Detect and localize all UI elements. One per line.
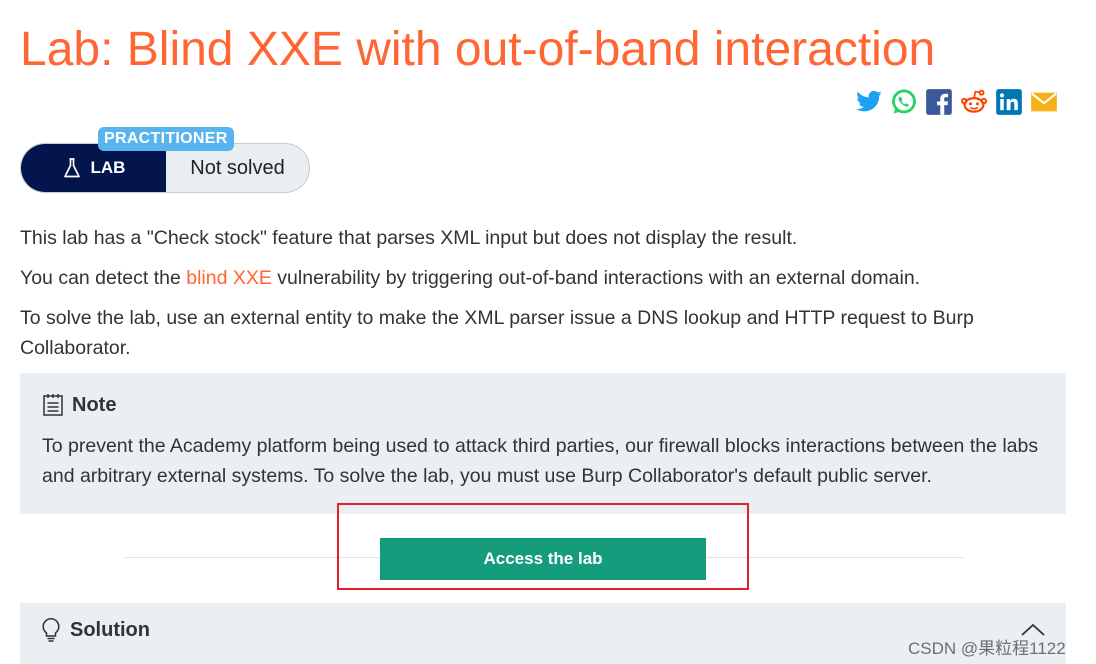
solution-header[interactable]: Solution [40,617,150,643]
note-title: Note [72,393,117,416]
facebook-icon[interactable] [925,88,953,116]
description-text-after-link: vulnerability by triggering out-of-band … [271,267,921,289]
notepad-icon [43,394,63,416]
description-text-before-link: You can detect the [20,267,187,289]
lab-status-text: Not solved [190,156,285,179]
description-paragraph-2: You can detect the blind XXE vulnerabili… [20,263,1060,293]
whatsapp-icon[interactable] [890,88,918,116]
lightbulb-icon [42,618,60,642]
share-bar [855,88,1058,116]
blind-xxe-link[interactable]: blind XXE [186,267,272,289]
lab-status-widget: LAB Not solved PRACTITIONER [20,127,310,193]
email-icon[interactable] [1030,88,1058,116]
description-paragraph-3: To solve the lab, use an external entity… [20,307,974,359]
note-header: Note [42,393,116,417]
note-body: To prevent the Academy platform being us… [42,435,1039,487]
lab-type-text: LAB [90,158,126,177]
lab-type-label: LAB [21,144,166,192]
watermark: CSDN @果粒程1122 [908,639,1066,658]
note-panel: Note To prevent the Academy platform bei… [20,373,1066,514]
solution-title: Solution [70,618,150,641]
reddit-icon[interactable] [960,88,988,116]
page-title: Lab: Blind XXE with out-of-band interact… [20,23,936,76]
twitter-icon[interactable] [855,88,883,116]
linkedin-icon[interactable] [995,88,1023,116]
highlight-box [337,503,749,590]
flask-icon [63,158,80,178]
description-paragraph-1: This lab has a "Check stock" feature tha… [20,227,798,249]
level-badge: PRACTITIONER [98,127,234,151]
